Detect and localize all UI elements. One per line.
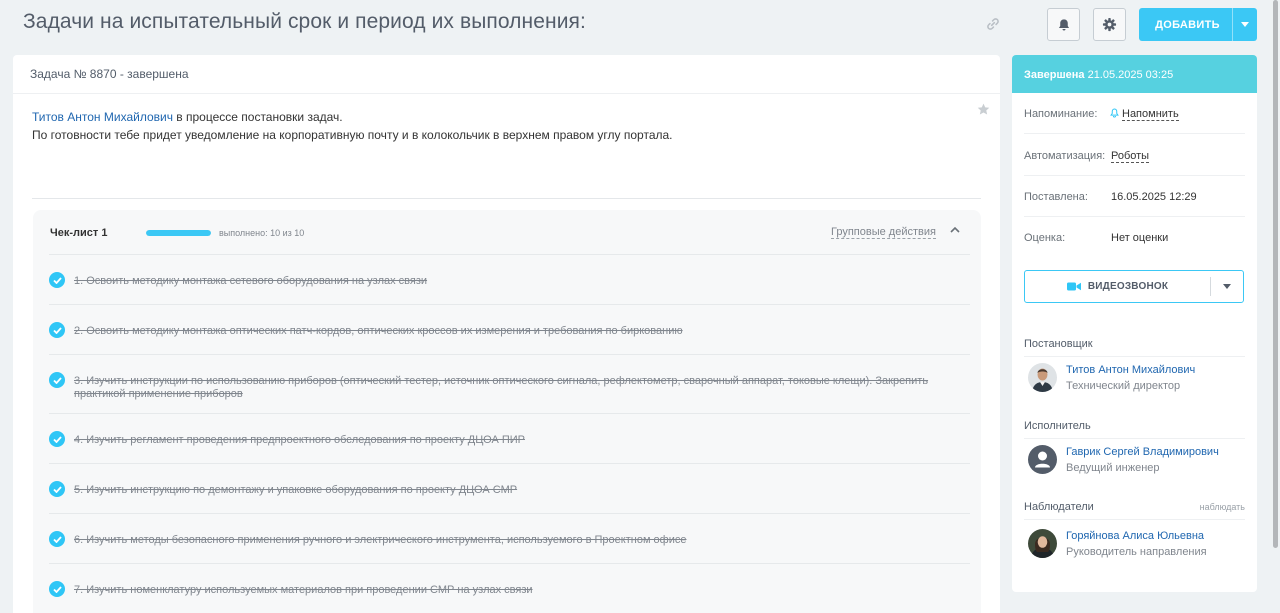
reminder-row: Напоминание: Напомнить <box>1024 93 1245 134</box>
reminder-key: Напоминание: <box>1024 108 1098 120</box>
responsible-name[interactable]: Гаврик Сергей Владимирович <box>1066 446 1219 458</box>
chevron-down-icon <box>1241 22 1249 27</box>
check-circle-icon[interactable] <box>49 431 65 447</box>
check-circle-icon[interactable] <box>49 481 65 497</box>
video-camera-icon <box>1066 282 1081 291</box>
check-circle-icon[interactable] <box>49 372 65 388</box>
watch-link[interactable]: наблюдать <box>1200 502 1245 512</box>
checklist-progress-fill <box>146 230 211 236</box>
observer-name[interactable]: Горяйнова Алиса Юльевна <box>1066 530 1204 542</box>
checklist-progress-label: выполнено: 10 из 10 <box>219 228 305 238</box>
notifications-button[interactable] <box>1047 8 1080 41</box>
rating-row: Оценка: Нет оценки <box>1024 217 1245 258</box>
observers-section-title: Наблюдатели наблюдать <box>1024 501 1245 520</box>
task-card: Задача № 8870 - завершена Титов Антон Ми… <box>13 55 1000 613</box>
video-call-label: ВИДЕОЗВОНОК <box>1087 281 1169 292</box>
video-call-button[interactable]: ВИДЕОЗВОНОК <box>1024 270 1244 303</box>
checklist-item-text: 7. Изучить номенклатуру используемых мат… <box>74 584 533 596</box>
created-value: 16.05.2025 12:29 <box>1111 191 1197 203</box>
link-icon[interactable] <box>986 17 1000 31</box>
creator-section-title: Постановщик <box>1024 338 1245 357</box>
automation-key: Автоматизация: <box>1024 150 1106 162</box>
checklist-item[interactable]: 6. Изучить методы безопасного применения… <box>49 513 970 563</box>
status-date: 21.05.2025 03:25 <box>1084 69 1174 81</box>
remind-link[interactable]: Напомнить <box>1122 108 1179 121</box>
checklist-item-text: 4. Изучить регламент проведения предпрое… <box>74 434 525 446</box>
chevron-down-icon <box>1223 284 1231 289</box>
star-icon[interactable] <box>977 103 990 116</box>
checklist-item-text: 1. Освоить методику монтажа сетевого обо… <box>74 275 428 287</box>
created-row: Поставлена: 16.05.2025 12:29 <box>1024 176 1245 217</box>
gear-icon <box>1102 17 1117 32</box>
check-circle-icon[interactable] <box>49 322 65 338</box>
checklist-title: Чек-лист 1 <box>50 227 108 239</box>
status-label: Завершена <box>1024 69 1085 81</box>
checklist-item[interactable]: 5. Изучить инструкцию по демонтажу и упа… <box>49 463 970 513</box>
check-circle-icon[interactable] <box>49 581 65 597</box>
add-button[interactable]: ДОБАВИТЬ <box>1139 8 1257 41</box>
checklist-item[interactable]: 7. Изучить номенклатуру используемых мат… <box>49 563 970 613</box>
scrollbar-thumb[interactable] <box>1273 0 1278 548</box>
status-header: Завершена 21.05.2025 03:25 <box>1012 55 1257 93</box>
task-header: Задача № 8870 - завершена <box>13 55 1000 94</box>
checklist-item-text: 2. Освоить методику монтажа оптических п… <box>74 325 683 337</box>
check-circle-icon[interactable] <box>49 272 65 288</box>
checklist: Чек-лист 1 выполнено: 10 из 10 Групповые… <box>33 210 981 613</box>
checklist-item-text: 3. Изучить инструкции по использованию п… <box>74 375 929 400</box>
check-circle-icon[interactable] <box>49 531 65 547</box>
checklist-item-text: 6. Изучить методы безопасного применения… <box>74 534 687 546</box>
description-line: По готовности тебе придет уведомление на… <box>32 128 673 142</box>
responsible-section-title: Исполнитель <box>1024 420 1245 439</box>
checklist-header: Чек-лист 1 выполнено: 10 из 10 Групповые… <box>33 210 981 254</box>
responsible-position: Ведущий инженер <box>1066 462 1160 474</box>
observer-position: Руководитель направления <box>1066 546 1207 558</box>
settings-button[interactable] <box>1093 8 1126 41</box>
checklist-item[interactable]: 1. Освоить методику монтажа сетевого обо… <box>49 254 970 304</box>
page-title: Задачи на испытательный срок и период их… <box>23 10 586 33</box>
bell-icon <box>1058 18 1069 31</box>
rating-key: Оценка: <box>1024 232 1066 244</box>
task-description: Титов Антон Михайлович в процессе постан… <box>32 110 673 142</box>
creator-position: Технический директор <box>1066 380 1181 392</box>
video-call-dropdown[interactable] <box>1211 284 1243 289</box>
rating-value[interactable]: Нет оценки <box>1111 232 1168 244</box>
avatar[interactable] <box>1028 529 1057 558</box>
observer-person[interactable]: Горяйнова Алиса Юльевна Руководитель нап… <box>1028 527 1248 561</box>
checklist-item-text: 5. Изучить инструкцию по демонтажу и упа… <box>74 484 518 496</box>
robots-link[interactable]: Роботы <box>1111 150 1150 163</box>
add-button-label: ДОБАВИТЬ <box>1155 18 1220 31</box>
avatar[interactable] <box>1028 445 1057 474</box>
creator-name[interactable]: Титов Антон Михайлович <box>1066 364 1195 376</box>
divider <box>32 198 981 199</box>
checklist-item[interactable]: 2. Освоить методику монтажа оптических п… <box>49 304 970 354</box>
add-dropdown-toggle[interactable] <box>1233 22 1257 27</box>
checklist-item[interactable]: 4. Изучить регламент проведения предпрое… <box>49 413 970 463</box>
responsible-person[interactable]: Гаврик Сергей Владимирович Ведущий инжен… <box>1028 443 1248 477</box>
avatar[interactable] <box>1028 363 1057 392</box>
created-key: Поставлена: <box>1024 191 1088 203</box>
checklist-progress-bar <box>146 230 211 236</box>
chevron-up-icon[interactable] <box>949 224 961 236</box>
creator-person[interactable]: Титов Антон Михайлович Технический дирек… <box>1028 361 1248 395</box>
automation-row: Автоматизация: Роботы <box>1024 135 1245 176</box>
task-sidebar: Завершена 21.05.2025 03:25 Напоминание: … <box>1012 55 1257 592</box>
group-actions-link[interactable]: Групповые действия <box>831 226 936 239</box>
checklist-item[interactable]: 3. Изучить инструкции по использованию п… <box>49 354 970 413</box>
bell-outline-icon <box>1110 108 1119 118</box>
author-link[interactable]: Титов Антон Михайлович <box>32 110 173 124</box>
